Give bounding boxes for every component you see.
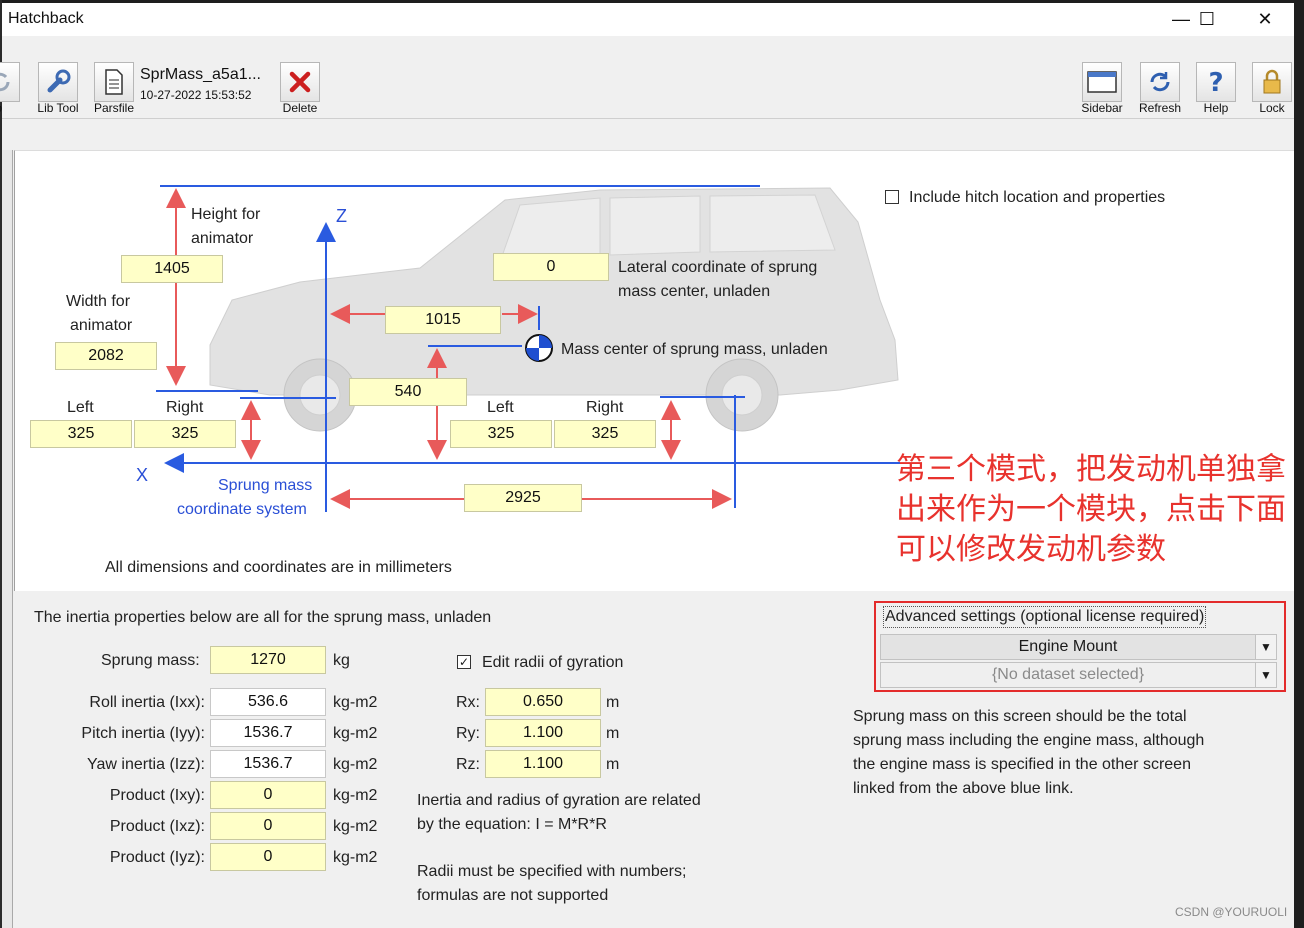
inertia-row-input[interactable]: 1536.7 [210,719,326,747]
lateral-label-line2: mass center, unladen [618,283,771,300]
lateral-label-line1: Lateral coordinate of sprung [618,259,818,276]
inertia-row-unit: kg-m2 [333,849,378,866]
inertia-row-label: Product (Ixz): [109,818,205,835]
radius-label: Ry: [456,725,480,742]
radius-label: Rx: [456,694,480,711]
mass-center-icon [525,334,553,362]
rear-right-input[interactable]: 325 [554,420,656,448]
height-label-line1: Height for [191,206,261,223]
hitch-checkbox[interactable] [885,190,899,204]
hitch-label: Include hitch location and properties [909,189,1166,206]
inertia-row-label: Product (Iyz): [109,849,205,866]
radius-unit: m [606,694,620,711]
inertia-row-unit: kg-m2 [333,787,378,804]
engine-mount-dropdown[interactable]: Engine Mount [880,634,1256,660]
radius-unit: m [606,725,620,742]
width-label-line1: Width for [66,293,131,310]
inertia-row-label: Product (Ixy): [109,787,205,804]
annotation-line1: 第三个模式，把发动机单独拿 [896,452,1286,487]
inertia-row-label: Pitch inertia (Iyy): [81,725,205,742]
inertia-note1-line1: Inertia and radius of gyration are relat… [417,792,701,809]
inertia-row-input[interactable]: 1536.7 [210,750,326,778]
sprung-mass-input[interactable]: 1270 [210,646,326,674]
annotation-line3: 可以修改发动机参数 [896,532,1166,567]
front-left-input[interactable]: 325 [30,420,132,448]
dataset-dropdown[interactable]: {No dataset selected} [880,662,1256,688]
inertia-row-input[interactable]: 0 [210,843,326,871]
inertia-row-input[interactable]: 536.6 [210,688,326,716]
front-right-input[interactable]: 325 [134,420,236,448]
chevron-down-icon[interactable]: ▼ [1255,634,1277,660]
advanced-note-line1: Sprung mass on this screen should be the… [853,708,1187,725]
height-label-line2: animator [191,230,254,247]
width-label-line2: animator [70,317,133,334]
rear-right-label: Right [586,399,624,416]
x-axis-label: X [136,465,149,485]
coord-system-label-line1: Sprung mass [218,477,313,494]
rear-left-label: Left [487,399,514,416]
radius-input[interactable]: 1.100 [485,750,601,778]
sprung-mass-label: Sprung mass: [101,652,200,669]
x-cg-input[interactable]: 1015 [385,306,501,334]
inertia-row-input[interactable]: 0 [210,781,326,809]
edit-radii-checkbox[interactable]: ✓ [457,655,471,669]
window-right-edge [1294,0,1304,928]
height-input[interactable]: 1405 [121,255,223,283]
front-left-label: Left [67,399,94,416]
wheelbase-input[interactable]: 2925 [464,484,582,512]
watermark: CSDN @YOURUOLI [1175,905,1288,919]
car-silhouette [209,187,899,432]
z-axis-label: Z [336,206,347,226]
width-input[interactable]: 2082 [55,342,157,370]
advanced-note-line2: sprung mass including the engine mass, a… [853,732,1205,749]
inertia-row-unit: kg-m2 [333,756,378,773]
inertia-note2-line2: formulas are not supported [417,887,609,904]
units-note: All dimensions and coordinates are in mi… [105,559,452,576]
inertia-row-unit: kg-m2 [333,694,378,711]
radius-input[interactable]: 0.650 [485,688,601,716]
lateral-coordinate-input[interactable]: 0 [493,253,609,281]
sprung-mass-unit: kg [333,652,350,669]
z-cg-input[interactable]: 540 [349,378,467,406]
annotation-text: 第三个模式，把发动机单独拿 出来作为一个模块，点击下面 可以修改发动机参数 [896,450,1296,570]
inertia-note1-line2: by the equation: I = M*R*R [417,816,607,833]
advanced-note-line4: linked from the above blue link. [853,780,1074,797]
edit-radii-label: Edit radii of gyration [482,654,624,671]
inertia-row-input[interactable]: 0 [210,812,326,840]
chevron-down-icon[interactable]: ▼ [1255,662,1277,688]
inertia-note2-line1: Radii must be specified with numbers; [417,863,687,880]
annotation-line2: 出来作为一个模块，点击下面 [896,492,1286,527]
inertia-row-label: Yaw inertia (Izz): [87,756,205,773]
inertia-row-label: Roll inertia (Ixx): [89,694,205,711]
radius-unit: m [606,756,620,773]
advanced-settings-link[interactable]: Advanced settings (optional license requ… [883,606,1207,628]
rear-left-input[interactable]: 325 [450,420,552,448]
coord-system-label-line2: coordinate system [177,501,307,518]
mass-center-label: Mass center of sprung mass, unladen [561,341,828,358]
radius-label: Rz: [456,756,480,773]
front-right-label: Right [166,399,204,416]
inertia-row-unit: kg-m2 [333,725,378,742]
radius-input[interactable]: 1.100 [485,719,601,747]
advanced-note-line3: the engine mass is specified in the othe… [853,756,1191,773]
inertia-header: The inertia properties below are all for… [34,609,492,626]
inertia-row-unit: kg-m2 [333,818,378,835]
